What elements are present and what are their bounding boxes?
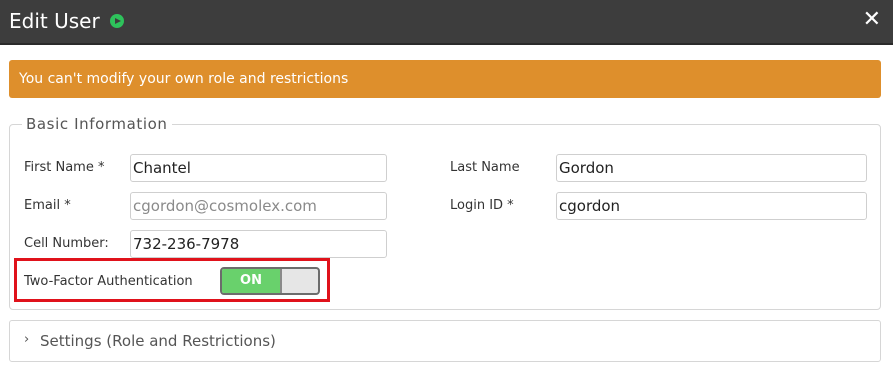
settings-accordion-label: Settings (Role and Restrictions) [40, 332, 276, 350]
section-legend: Basic Information [22, 115, 172, 133]
email-input[interactable]: cgordon@cosmolex.com [130, 192, 387, 220]
login-id-input[interactable]: cgordon [556, 192, 867, 220]
last-name-label: Last Name [450, 160, 520, 175]
chevron-right-icon: › [24, 332, 30, 347]
email-label: Email * [24, 198, 71, 213]
role-warning-alert: You can't modify your own role and restr… [9, 60, 881, 98]
cell-number-input[interactable]: 732-236-7978 [130, 230, 387, 258]
two-factor-label: Two-Factor Authentication [24, 274, 193, 289]
dialog-title: Edit User [9, 9, 100, 33]
toggle-on-label: ON [222, 269, 280, 293]
first-name-input[interactable]: Chantel [130, 154, 387, 182]
close-icon[interactable]: ✕ [863, 9, 881, 31]
two-factor-toggle[interactable]: ON [220, 267, 320, 295]
settings-accordion[interactable]: › Settings (Role and Restrictions) [9, 320, 881, 362]
toggle-knob[interactable] [280, 269, 318, 293]
last-name-input[interactable]: Gordon [556, 154, 867, 182]
cell-number-label: Cell Number: [24, 236, 109, 251]
login-id-label: Login ID * [450, 198, 514, 213]
first-name-label: First Name * [24, 160, 105, 175]
play-icon[interactable] [110, 14, 124, 28]
dialog-titlebar: Edit User ✕ [0, 0, 893, 45]
